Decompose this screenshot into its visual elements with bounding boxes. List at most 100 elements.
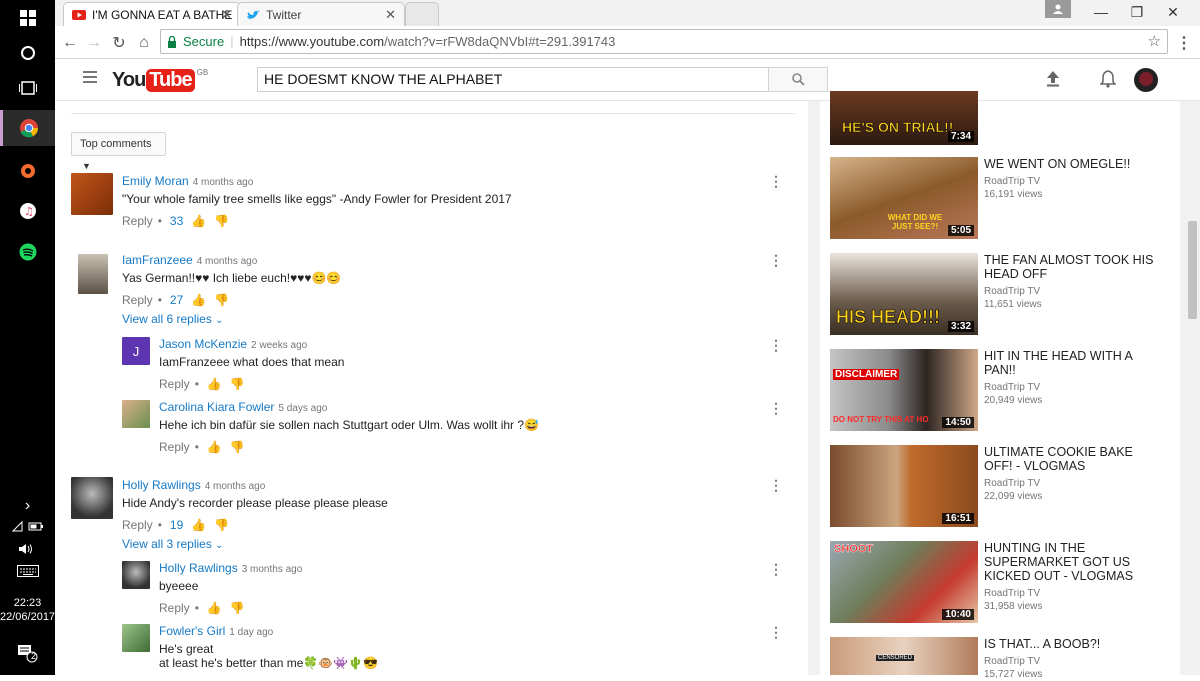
comment-time[interactable]: 1 day ago (229, 627, 273, 638)
action-center-button[interactable]: 2 (0, 638, 55, 668)
comment-author[interactable]: Holly Rawlings (122, 478, 201, 492)
reload-icon[interactable]: ↻ (108, 32, 130, 54)
video-channel[interactable]: RoadTrip TV (984, 175, 1040, 188)
more-options-icon[interactable]: ⋮ (769, 252, 783, 269)
chrome-menu-icon[interactable]: ⋮ (1173, 32, 1195, 54)
reply-button[interactable]: Reply (122, 518, 153, 532)
related-video[interactable]: 16:51 ULTIMATE COOKIE BAKE OFF! - VLOGMA… (830, 445, 1180, 527)
reply-button[interactable]: Reply (159, 601, 190, 615)
reply-button[interactable]: Reply (159, 377, 190, 391)
video-channel[interactable]: RoadTrip TV (984, 285, 1040, 298)
avatar[interactable] (71, 173, 113, 215)
cortana-button[interactable] (0, 35, 55, 71)
avatar[interactable] (78, 254, 108, 294)
tab-close-icon[interactable]: ✕ (221, 7, 232, 23)
video-thumbnail[interactable]: HE'S ON TRIAL!! 7:34 (830, 91, 978, 145)
thumbs-down-icon[interactable]: 👎 (230, 440, 245, 454)
tab-close-icon[interactable]: ✕ (385, 7, 396, 23)
youtube-logo[interactable]: You Tube GB (112, 68, 208, 92)
taskbar-chrome[interactable] (0, 110, 55, 146)
video-channel[interactable]: RoadTrip TV (984, 587, 1040, 600)
thumbs-down-icon[interactable]: 👎 (230, 377, 245, 391)
thumbs-down-icon[interactable]: 👎 (230, 601, 245, 615)
comment-author[interactable]: Jason McKenzie (159, 337, 247, 351)
minimize-button[interactable]: — (1083, 0, 1119, 24)
more-options-icon[interactable]: ⋮ (769, 561, 783, 578)
reply-button[interactable]: Reply (122, 214, 153, 228)
video-title[interactable]: THE FAN ALMOST TOOK HIS HEAD OFF (984, 253, 1164, 281)
thumbs-down-icon[interactable]: 👎 (214, 518, 229, 532)
comment-time[interactable]: 2 weeks ago (251, 340, 307, 351)
profile-icon[interactable] (1045, 0, 1071, 18)
notifications-bell-icon[interactable] (1099, 70, 1117, 91)
avatar[interactable]: J (122, 337, 150, 365)
thumbs-up-icon[interactable]: 👍 (207, 377, 222, 391)
keyboard-icon[interactable] (0, 558, 55, 584)
taskbar-origin[interactable] (0, 152, 55, 188)
related-video[interactable]: HIS HEAD!!! 3:32 THE FAN ALMOST TOOK HIS… (830, 253, 1180, 335)
more-options-icon[interactable]: ⋮ (769, 173, 783, 190)
more-options-icon[interactable]: ⋮ (769, 337, 783, 354)
video-title[interactable]: IS THAT... A BOOB?! (984, 637, 1164, 651)
comment-time[interactable]: 4 months ago (193, 177, 254, 188)
bookmark-star-icon[interactable]: ☆ (1148, 32, 1161, 50)
video-thumbnail[interactable]: 16:51 (830, 445, 978, 527)
tab-twitter[interactable]: Twitter ✕ (237, 2, 405, 26)
comment-author[interactable]: Carolina Kiara Fowler (159, 400, 274, 414)
related-video[interactable]: DISCLAIMER DO NOT TRY THIS AT HO 14:50 H… (830, 349, 1180, 431)
scrollbar-thumb[interactable] (1188, 221, 1197, 319)
home-icon[interactable]: ⌂ (133, 32, 155, 54)
comment-author[interactable]: Holly Rawlings (159, 561, 238, 575)
avatar[interactable] (122, 624, 150, 652)
avatar[interactable] (122, 561, 150, 589)
tab-youtube[interactable]: I'M GONNA EAT A BATHE ✕ (63, 2, 241, 26)
thumbs-down-icon[interactable]: 👎 (214, 293, 229, 307)
page-scrollbar[interactable] (1185, 101, 1200, 675)
video-title[interactable]: WE WENT ON OMEGLE!! (984, 157, 1164, 171)
sort-comments-dropdown[interactable]: Top comments ▼ (71, 132, 166, 171)
video-title[interactable]: HIT IN THE HEAD WITH A PAN!! (984, 349, 1164, 377)
video-thumbnail[interactable]: CENSORED (830, 637, 978, 675)
video-title[interactable]: ULTIMATE COOKIE BAKE OFF! - VLOGMAS (984, 445, 1164, 473)
task-view-button[interactable] (0, 70, 55, 106)
comment-time[interactable]: 4 months ago (205, 481, 266, 492)
comment-author[interactable]: Emily Moran (122, 174, 189, 188)
comment-author[interactable]: IamFranzeee (122, 253, 193, 267)
comment-time[interactable]: 5 days ago (278, 403, 327, 414)
related-video[interactable]: HE'S ON TRIAL!! 7:34 (830, 91, 1180, 145)
clock-time[interactable]: 22:23 (0, 597, 55, 610)
hamburger-menu-icon[interactable] (83, 71, 97, 83)
more-options-icon[interactable]: ⋮ (769, 624, 783, 641)
search-button[interactable] (768, 67, 828, 92)
chevron-right-icon[interactable]: › (0, 498, 55, 514)
video-channel[interactable]: RoadTrip TV (984, 655, 1040, 668)
video-channel[interactable]: RoadTrip TV (984, 477, 1040, 490)
video-thumbnail[interactable]: DISCLAIMER DO NOT TRY THIS AT HO 14:50 (830, 349, 978, 431)
video-channel[interactable]: RoadTrip TV (984, 381, 1040, 394)
thumbs-down-icon[interactable]: 👎 (214, 214, 229, 228)
video-thumbnail[interactable]: SHOOT 10:40 (830, 541, 978, 623)
more-options-icon[interactable]: ⋮ (769, 477, 783, 494)
close-window-button[interactable]: ✕ (1155, 0, 1191, 24)
restore-button[interactable]: ❐ (1119, 0, 1155, 24)
view-replies-link[interactable]: View all 3 replies ⌄ (122, 537, 224, 551)
clock-date[interactable]: 22/06/2017 (0, 611, 55, 624)
video-thumbnail[interactable]: HIS HEAD!!! 3:32 (830, 253, 978, 335)
comment-author[interactable]: Fowler's Girl (159, 624, 225, 638)
thumbs-up-icon[interactable]: 👍 (207, 601, 222, 615)
more-options-icon[interactable]: ⋮ (769, 400, 783, 417)
related-video[interactable]: WHAT DID WE JUST SEE?! 5:05 WE WENT ON O… (830, 157, 1180, 239)
thumbs-up-icon[interactable]: 👍 (207, 440, 222, 454)
taskbar-itunes[interactable]: ♫ (0, 193, 55, 229)
thumbs-up-icon[interactable]: 👍 (191, 214, 206, 228)
related-video[interactable]: CENSORED IS THAT... A BOOB?! RoadTrip TV… (830, 637, 1180, 680)
video-thumbnail[interactable]: WHAT DID WE JUST SEE?! 5:05 (830, 157, 978, 239)
search-input[interactable]: HE DOESMT KNOW THE ALPHABET (257, 67, 769, 92)
taskbar-spotify[interactable] (0, 234, 55, 270)
thumbs-up-icon[interactable]: 👍 (191, 518, 206, 532)
forward-arrow-icon[interactable]: → (83, 32, 105, 54)
related-video[interactable]: SHOOT 10:40 HUNTING IN THE SUPERMARKET G… (830, 541, 1180, 623)
comment-time[interactable]: 4 months ago (197, 256, 258, 267)
upload-icon[interactable] (1046, 71, 1060, 90)
address-bar[interactable]: Secure | https://www.youtube.com/watch?v… (160, 29, 1168, 54)
